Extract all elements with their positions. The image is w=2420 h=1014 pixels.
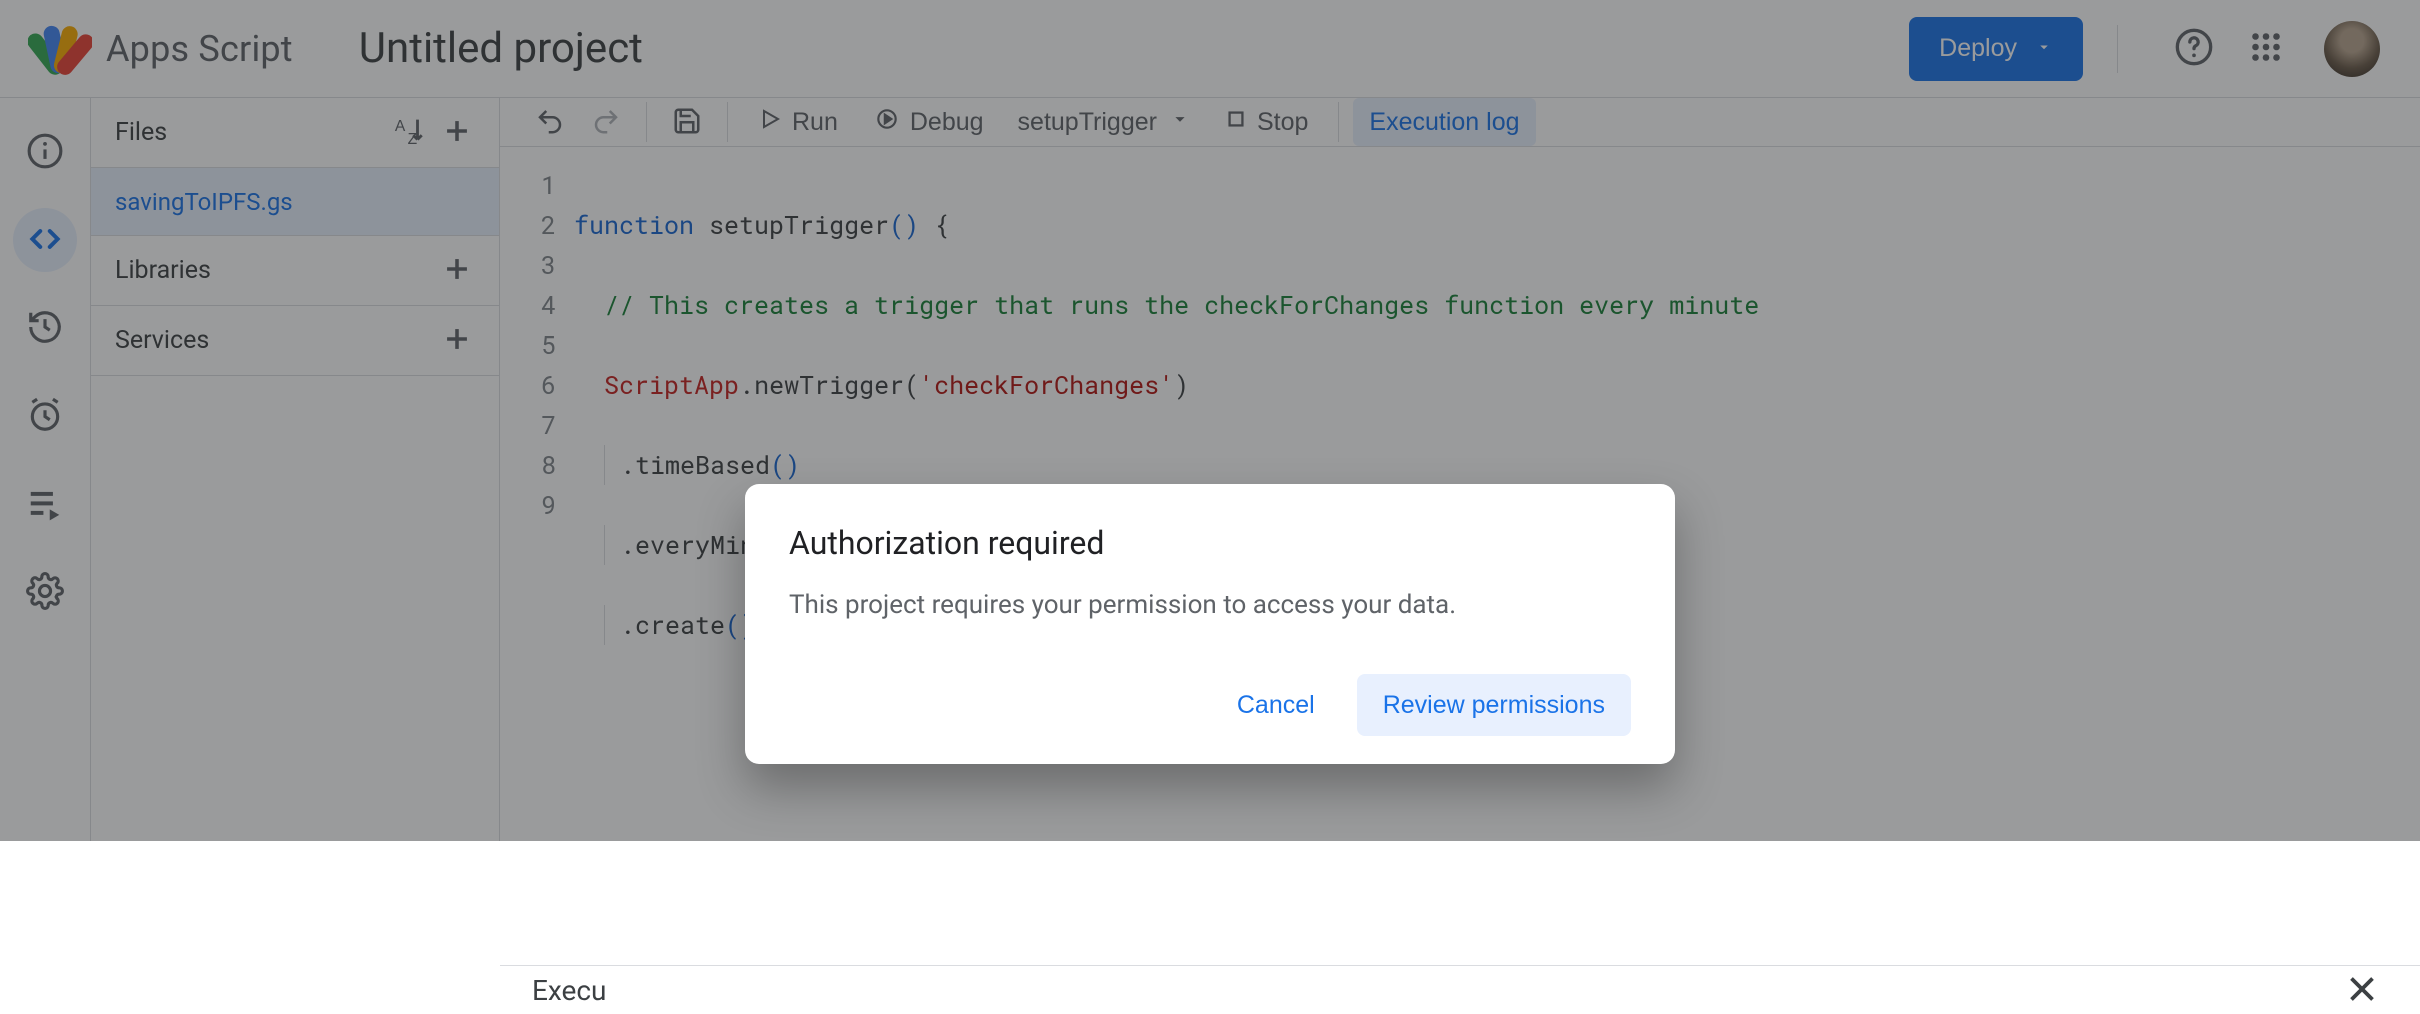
- close-icon: [2344, 971, 2380, 1010]
- execution-panel-title: Execu: [532, 974, 606, 1007]
- execution-panel-header: Execu: [500, 965, 2420, 1014]
- authorization-dialog: Authorization required This project requ…: [745, 484, 1675, 764]
- dialog-title: Authorization required: [789, 524, 1631, 562]
- dialog-body: This project requires your permission to…: [789, 590, 1631, 620]
- dialog-actions: Cancel Review permissions: [789, 674, 1631, 736]
- review-permissions-button[interactable]: Review permissions: [1357, 674, 1631, 736]
- cancel-button[interactable]: Cancel: [1211, 674, 1341, 736]
- close-execution-panel-button[interactable]: [2336, 966, 2388, 1014]
